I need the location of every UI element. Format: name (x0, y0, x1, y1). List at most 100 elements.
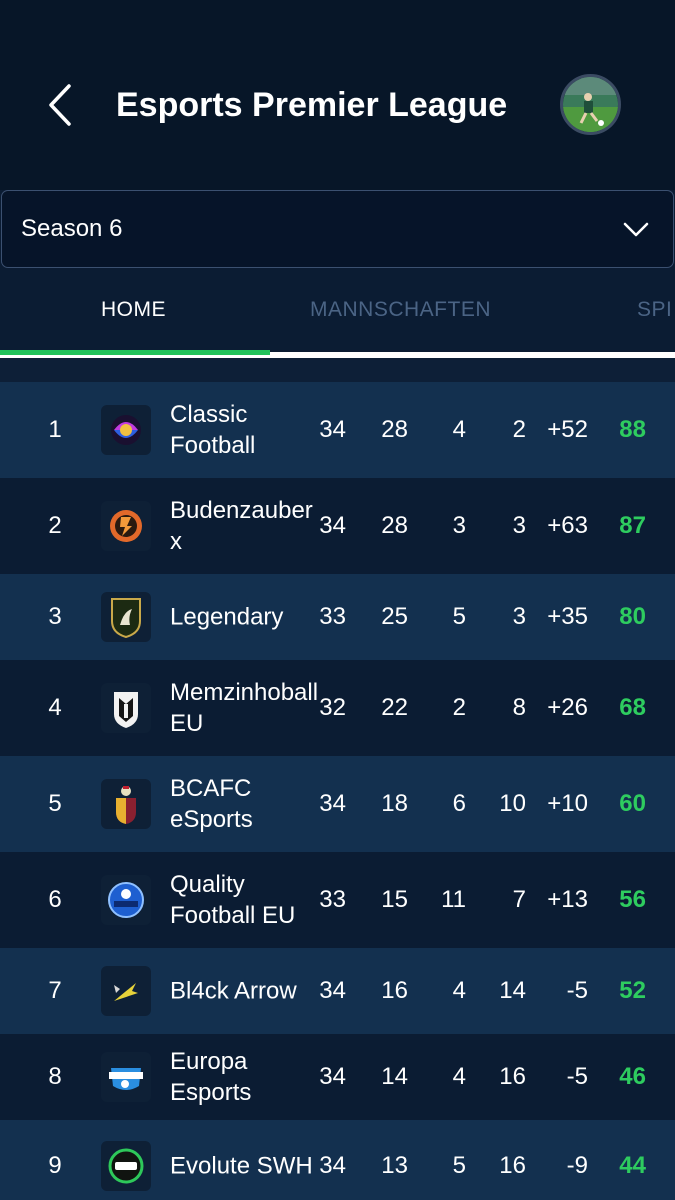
team-logo (101, 501, 151, 551)
row-position: 3 (48, 603, 62, 630)
app-header: Esports Premier League (0, 0, 675, 190)
team-logo (101, 875, 151, 925)
team-logo (101, 592, 151, 642)
row-position: 1 (48, 416, 62, 443)
points: 60 (619, 790, 646, 817)
losses: 14 (499, 977, 526, 1004)
table-row[interactable]: 8 Europa Esports 34 14 4 16 -5 46 (0, 1034, 675, 1120)
team-logo (101, 779, 151, 829)
losses: 16 (499, 1063, 526, 1090)
losses: 16 (499, 1152, 526, 1179)
points: 88 (619, 416, 646, 443)
losses: 2 (512, 416, 526, 443)
goal-difference: +63 (547, 512, 588, 539)
losses: 3 (512, 603, 526, 630)
goal-difference: +13 (547, 886, 588, 913)
points: 68 (619, 694, 646, 721)
goal-difference: -5 (566, 1063, 588, 1090)
season-select[interactable]: Season 6 (1, 190, 674, 268)
row-position: 4 (48, 694, 62, 721)
page-title: Esports Premier League (116, 86, 508, 124)
goal-difference: +35 (547, 603, 588, 630)
row-position: 2 (48, 512, 62, 539)
wins: 28 (381, 512, 408, 539)
row-position: 7 (48, 977, 62, 1004)
tab-spiele[interactable]: SPI (637, 298, 672, 322)
draws: 4 (452, 977, 466, 1004)
team-logo (101, 405, 151, 455)
games-played: 32 (319, 694, 346, 721)
wins: 16 (381, 977, 408, 1004)
games-played: 34 (319, 1152, 346, 1179)
losses: 8 (512, 694, 526, 721)
table-row[interactable]: 1 Classic Football 34 28 4 2 +52 88 (0, 382, 675, 478)
draws: 4 (452, 416, 466, 443)
table-row[interactable]: 9 Evolute SWH 34 13 5 16 -9 44 (0, 1120, 675, 1200)
goal-difference: +26 (547, 694, 588, 721)
games-played: 33 (319, 603, 346, 630)
table-row[interactable]: 4 Memzinhoball EU 32 22 2 8 +26 68 (0, 660, 675, 756)
table-column-header (0, 358, 675, 382)
points: 46 (619, 1063, 646, 1090)
goal-difference: -9 (566, 1152, 588, 1179)
points: 80 (619, 603, 646, 630)
table-row[interactable]: 6 Quality Football EU 33 15 11 7 +13 56 (0, 852, 675, 948)
europa-esports-logo-icon (109, 1068, 143, 1090)
goal-difference: +52 (547, 416, 588, 443)
row-position: 8 (48, 1063, 62, 1090)
draws: 4 (452, 1063, 466, 1090)
team-logo (101, 1052, 151, 1102)
wins: 25 (381, 603, 408, 630)
points: 44 (619, 1152, 646, 1179)
points: 87 (619, 512, 646, 539)
games-played: 34 (319, 416, 346, 443)
quality-football-logo-icon (108, 882, 144, 918)
standings-table: 1 Classic Football 34 28 4 2 +52 88 2 Bu… (0, 382, 675, 1200)
classic-football-logo-icon (111, 415, 141, 445)
draws: 11 (441, 886, 466, 913)
table-row[interactable]: 2 Budenzauber x 34 28 3 3 +63 87 (0, 478, 675, 574)
games-played: 34 (319, 790, 346, 817)
losses: 10 (499, 790, 526, 817)
row-position: 6 (48, 886, 62, 913)
wins: 15 (381, 886, 408, 913)
losses: 7 (512, 886, 526, 913)
games-played: 34 (319, 1063, 346, 1090)
goal-difference: +10 (547, 790, 588, 817)
table-row[interactable]: 5 BCAFC eSports 34 18 6 10 +10 60 (0, 756, 675, 852)
wins: 14 (381, 1063, 408, 1090)
draws: 2 (452, 694, 466, 721)
evolute-swh-logo-icon (108, 1148, 144, 1184)
tab-mannschaften[interactable]: MANNSCHAFTEN (310, 298, 491, 322)
tab-home[interactable]: HOME (101, 298, 166, 322)
bcafc-logo-icon (116, 786, 136, 824)
black-arrow-logo-icon (114, 983, 138, 1001)
tab-bar: HOME MANNSCHAFTEN SPI (0, 268, 675, 358)
table-row[interactable]: 3 Legendary 33 25 5 3 +35 80 (0, 574, 675, 660)
wins: 28 (381, 416, 408, 443)
chevron-left-icon (49, 84, 71, 126)
draws: 5 (452, 603, 466, 630)
draws: 3 (452, 512, 466, 539)
chevron-down-icon (623, 222, 649, 237)
season-select-value: Season 6 (21, 215, 123, 242)
draws: 5 (452, 1152, 466, 1179)
games-played: 34 (319, 512, 346, 539)
active-tab-indicator (0, 350, 270, 355)
row-position: 5 (48, 790, 62, 817)
goal-difference: -5 (566, 977, 588, 1004)
games-played: 34 (319, 977, 346, 1004)
memzinhoball-logo-icon (114, 692, 138, 728)
table-row[interactable]: 7 Bl4ck Arrow 34 16 4 14 -5 52 (0, 948, 675, 1034)
games-played: 33 (319, 886, 346, 913)
user-avatar[interactable] (560, 74, 621, 135)
legendary-logo-icon (111, 598, 141, 639)
wins: 22 (381, 694, 408, 721)
back-button[interactable] (40, 82, 80, 128)
row-position: 9 (48, 1152, 62, 1179)
points: 52 (619, 977, 646, 1004)
team-logo (101, 683, 151, 733)
draws: 6 (452, 790, 466, 817)
user-avatar-icon (563, 77, 618, 132)
team-logo (101, 1141, 151, 1191)
